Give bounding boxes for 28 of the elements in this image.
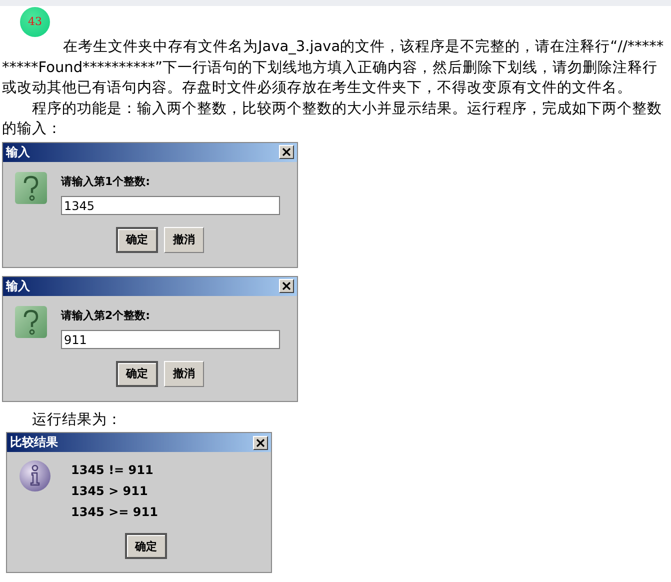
window-title: 输入	[6, 278, 30, 294]
close-icon	[282, 282, 291, 290]
input-field[interactable]: 1345	[61, 196, 280, 214]
question-text: 运行结果为：	[31, 410, 123, 430]
close-icon	[256, 438, 265, 446]
cancel-button[interactable]: 撤消	[164, 226, 204, 252]
ok-button[interactable]: 确定	[116, 360, 158, 386]
result-line: 1345 > 911	[71, 483, 149, 500]
result-line: 1345 >= 911	[71, 504, 159, 521]
question-icon	[15, 306, 47, 338]
question-text: 程序的功能是：输入两个整数，比较两个整数的大小并显示结果。运行程序，完成如下两个整数的输入：	[2, 100, 663, 139]
info-icon	[19, 460, 51, 492]
window-title: 输入	[6, 144, 30, 160]
close-button[interactable]	[253, 436, 268, 450]
close-button[interactable]	[279, 145, 294, 159]
question-icon	[15, 172, 47, 204]
window-title: 比较结果	[10, 434, 58, 451]
question-text: 在考生文件夹中存有文件名为Java_3.java的文件，该程序是不完整的，请在注释行“//**********Found**********”下一行语句的下划线地方填入正确内容，然后删除下划线，请勿删除注释行或改动其他已有语句内容。存盘时文件必须存放在考生文件夹下，不得改变原有文件的文件名。	[2, 38, 665, 98]
result-line: 1345 != 911	[71, 462, 154, 479]
close-icon	[282, 148, 291, 156]
close-button[interactable]	[279, 279, 294, 293]
prompt-label: 请输入第2个整数:	[61, 308, 152, 322]
number-badge: 43	[20, 7, 50, 37]
prompt-label: 请输入第1个整数:	[61, 174, 152, 188]
cancel-button[interactable]: 撤消	[164, 360, 204, 386]
ok-button[interactable]: 确定	[125, 533, 167, 559]
ok-button[interactable]: 确定	[116, 226, 158, 252]
input-field[interactable]: 911	[61, 330, 280, 348]
